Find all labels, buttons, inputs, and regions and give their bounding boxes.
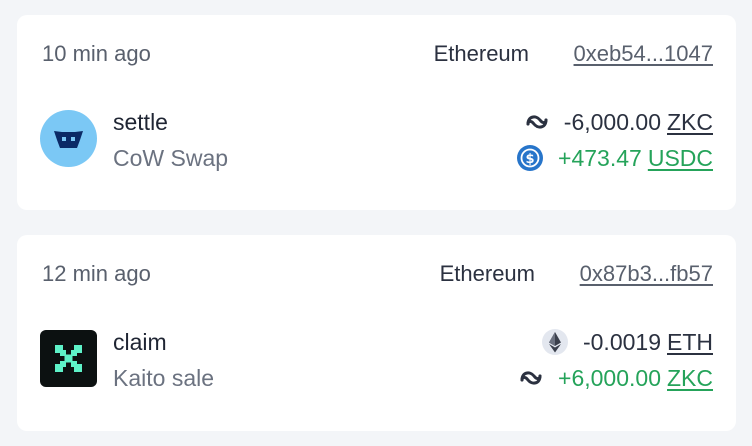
transfer-row: -0.0019 ETH — [541, 327, 713, 357]
transfer-amount: +6,000.00 — [558, 364, 661, 391]
token-symbol-link[interactable]: ZKC — [667, 365, 713, 392]
transaction-card[interactable]: 12 min ago Ethereum 0x87b3...fb57 claim … — [17, 235, 736, 431]
transfer-row: +6,000.00 ZKC — [518, 363, 713, 393]
token-symbol-link[interactable]: ETH — [667, 329, 713, 356]
transaction-card[interactable]: 10 min ago Ethereum 0xeb54...1047 settle… — [17, 15, 736, 210]
chain-name: Ethereum — [433, 41, 529, 66]
transfer-row: $ +473.47 USDC — [516, 143, 713, 173]
transfer-amount: -6,000.00 — [563, 108, 661, 135]
cow-swap-logo-icon — [40, 110, 97, 167]
transfer-amount: -0.0019 — [582, 328, 661, 355]
chain-name: Ethereum — [439, 261, 535, 286]
transaction-time: 12 min ago — [42, 261, 151, 286]
svg-text:$: $ — [526, 152, 535, 167]
transfer-row: -6,000.00 ZKC — [524, 107, 713, 137]
transaction-time: 10 min ago — [42, 41, 151, 66]
transfer-amount: +473.47 — [558, 144, 642, 171]
token-symbol-link[interactable]: USDC — [648, 145, 713, 172]
usdc-token-icon: $ — [516, 144, 544, 172]
transaction-app: Kaito sale — [113, 365, 215, 391]
zkc-token-icon — [524, 111, 550, 133]
transaction-address-link[interactable]: 0x87b3...fb57 — [580, 261, 713, 287]
kaito-logo-icon — [40, 330, 97, 387]
eth-token-icon — [541, 328, 569, 356]
transaction-action: claim — [113, 329, 167, 355]
transaction-app: CoW Swap — [113, 145, 229, 171]
transaction-action: settle — [113, 109, 168, 135]
token-symbol-link[interactable]: ZKC — [667, 109, 713, 136]
zkc-token-icon — [518, 367, 544, 389]
transaction-address-link[interactable]: 0xeb54...1047 — [574, 41, 713, 67]
